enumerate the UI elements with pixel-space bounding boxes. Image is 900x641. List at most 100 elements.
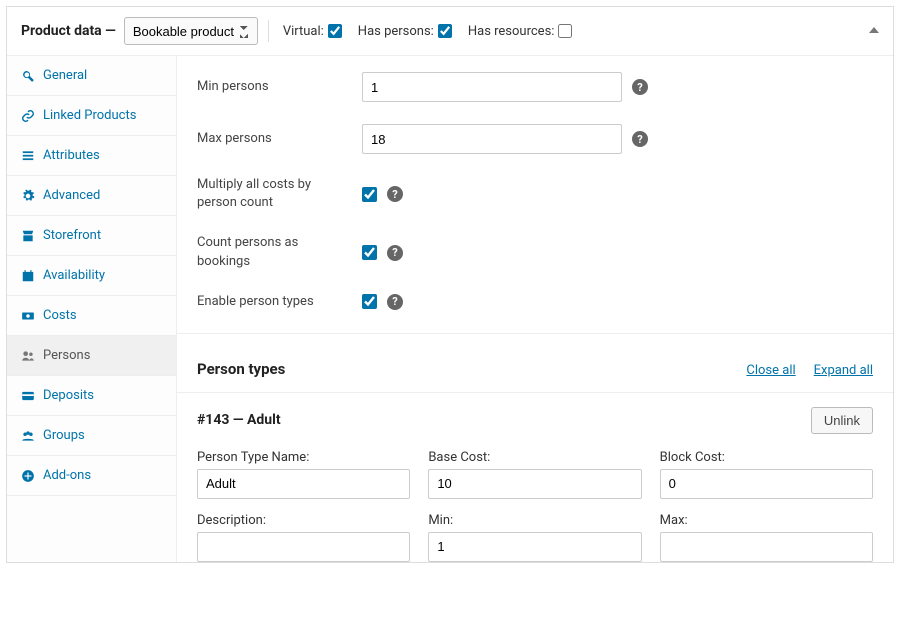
- panel-body: General Linked Products Attributes Advanced…: [7, 56, 893, 562]
- person-type-item: #143 — Adult Unlink Person Type Name: Ba…: [177, 392, 893, 562]
- virtual-toggle[interactable]: Virtual:: [283, 24, 342, 39]
- person-types-links: Close all Expand all: [746, 363, 873, 378]
- sidebar-tab-general[interactable]: General: [7, 56, 176, 96]
- has-resources-checkbox[interactable]: [558, 24, 572, 38]
- sidebar-tab-costs[interactable]: Costs: [7, 296, 176, 336]
- sidebar-tab-linked-products[interactable]: Linked Products: [7, 96, 176, 136]
- enable-types-label: Enable person types: [197, 293, 362, 311]
- link-icon: [21, 109, 35, 123]
- person-type-name-field: Person Type Name:: [197, 450, 410, 499]
- tabs-sidebar: General Linked Products Attributes Advanced…: [7, 56, 177, 562]
- help-icon[interactable]: ?: [387, 245, 403, 261]
- block-cost-input[interactable]: [660, 469, 873, 499]
- description-input[interactable]: [197, 532, 410, 562]
- sidebar-tab-advanced[interactable]: Advanced: [7, 176, 176, 216]
- sidebar-tab-label: Groups: [43, 428, 85, 443]
- has-persons-checkbox[interactable]: [438, 24, 452, 38]
- list-icon: [21, 149, 35, 163]
- sidebar-tab-add-ons[interactable]: Add-ons: [7, 456, 176, 496]
- multiply-row: Multiply all costs by person count ?: [197, 176, 873, 212]
- sidebar-tab-label: Advanced: [43, 188, 100, 203]
- plus-icon: [21, 469, 35, 483]
- sidebar-tab-groups[interactable]: Groups: [7, 416, 176, 456]
- money-icon: [21, 309, 35, 323]
- pt-max-field: Max:: [660, 513, 873, 562]
- collapse-panel-icon[interactable]: [869, 24, 879, 39]
- enable-types-checkbox[interactable]: [362, 294, 377, 309]
- store-icon: [21, 229, 35, 243]
- person-type-fields-row2: Description: Min: Max:: [197, 513, 873, 562]
- sidebar-tab-attributes[interactable]: Attributes: [7, 136, 176, 176]
- product-data-panel: Product data — Bookable product Virtual:…: [6, 6, 894, 563]
- has-resources-toggle[interactable]: Has resources:: [468, 24, 573, 39]
- sidebar-tab-label: Availability: [43, 268, 105, 283]
- min-persons-input[interactable]: [362, 72, 622, 102]
- person-types-heading: Person types: [197, 360, 285, 378]
- sidebar-tab-label: Linked Products: [43, 108, 136, 123]
- base-cost-label: Base Cost:: [428, 450, 641, 465]
- help-icon[interactable]: ?: [632, 79, 648, 95]
- sidebar-tab-label: Costs: [43, 308, 77, 323]
- pt-min-input[interactable]: [428, 532, 641, 562]
- person-type-name-label: Person Type Name:: [197, 450, 410, 465]
- card-icon: [21, 389, 35, 403]
- sidebar-tab-label: Deposits: [43, 388, 94, 403]
- group-icon: [21, 429, 35, 443]
- has-persons-toggle[interactable]: Has persons:: [358, 24, 452, 39]
- block-cost-field: Block Cost:: [660, 450, 873, 499]
- close-all-link[interactable]: Close all: [746, 363, 795, 378]
- sidebar-tab-label: Persons: [43, 348, 90, 363]
- base-cost-field: Base Cost:: [428, 450, 641, 499]
- person-type-name-input[interactable]: [197, 469, 410, 499]
- product-type-select[interactable]: Bookable product: [124, 17, 258, 45]
- multiply-checkbox[interactable]: [362, 187, 377, 202]
- gear-icon: [21, 189, 35, 203]
- unlink-button[interactable]: Unlink: [811, 407, 873, 434]
- expand-all-link[interactable]: Expand all: [814, 363, 873, 378]
- divider: [177, 333, 893, 334]
- sidebar-tab-label: Attributes: [43, 148, 100, 163]
- base-cost-input[interactable]: [428, 469, 641, 499]
- max-persons-row: Max persons ?: [197, 124, 873, 154]
- separator: [268, 20, 269, 42]
- help-icon[interactable]: ?: [387, 294, 403, 310]
- calendar-icon: [21, 269, 35, 283]
- help-icon[interactable]: ?: [387, 186, 403, 202]
- pt-max-label: Max:: [660, 513, 873, 528]
- persons-tab-content: Min persons ? Max persons ? Multiply all…: [177, 56, 893, 562]
- sidebar-tab-deposits[interactable]: Deposits: [7, 376, 176, 416]
- count-as-bookings-checkbox[interactable]: [362, 245, 377, 260]
- enable-types-row: Enable person types ?: [197, 293, 873, 311]
- multiply-label: Multiply all costs by person count: [197, 176, 362, 212]
- person-type-item-header: #143 — Adult Unlink: [197, 407, 873, 434]
- max-persons-input[interactable]: [362, 124, 622, 154]
- pt-min-field: Min:: [428, 513, 641, 562]
- pt-max-input[interactable]: [660, 532, 873, 562]
- description-field: Description:: [197, 513, 410, 562]
- wrench-icon: [21, 69, 35, 83]
- max-persons-label: Max persons: [197, 130, 362, 148]
- sidebar-tab-availability[interactable]: Availability: [7, 256, 176, 296]
- sidebar-tab-storefront[interactable]: Storefront: [7, 216, 176, 256]
- virtual-checkbox[interactable]: [328, 24, 342, 38]
- person-type-fields-row1: Person Type Name: Base Cost: Block Cost:: [197, 450, 873, 499]
- min-persons-label: Min persons: [197, 78, 362, 96]
- block-cost-label: Block Cost:: [660, 450, 873, 465]
- virtual-label: Virtual:: [283, 24, 324, 39]
- help-icon[interactable]: ?: [632, 131, 648, 147]
- has-resources-label: Has resources:: [468, 24, 555, 39]
- panel-title: Product data —: [21, 23, 116, 39]
- person-type-title: #143 — Adult: [197, 412, 281, 428]
- panel-header: Product data — Bookable product Virtual:…: [7, 7, 893, 56]
- sidebar-tab-persons[interactable]: Persons: [7, 336, 176, 376]
- pt-min-label: Min:: [428, 513, 641, 528]
- sidebar-tab-label: Add-ons: [43, 468, 91, 483]
- sidebar-tab-label: General: [43, 68, 87, 83]
- persons-icon: [21, 349, 35, 363]
- has-persons-label: Has persons:: [358, 24, 434, 39]
- description-label: Description:: [197, 513, 410, 528]
- count-as-bookings-row: Count persons as bookings ?: [197, 234, 873, 270]
- sidebar-tab-label: Storefront: [43, 228, 101, 243]
- count-as-bookings-label: Count persons as bookings: [197, 234, 362, 270]
- min-persons-row: Min persons ?: [197, 72, 873, 102]
